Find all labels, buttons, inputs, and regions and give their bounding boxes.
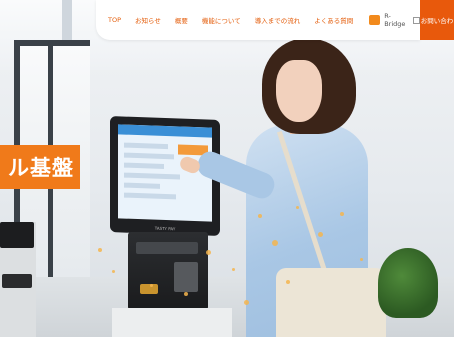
nav-item-top[interactable]: TOP: [108, 16, 121, 24]
kiosk-base: [112, 308, 232, 337]
woman-face: [276, 60, 322, 122]
contact-button[interactable]: お問い合わ: [420, 0, 454, 40]
external-link-icon: [413, 16, 420, 24]
nav-item-news[interactable]: お知らせ: [135, 15, 161, 25]
hero-title-banner: ル基盤: [0, 145, 80, 189]
tote-bag: [276, 268, 386, 337]
plant: [378, 248, 438, 318]
nav-item-introduction-flow[interactable]: 導入までの流れ: [255, 15, 301, 25]
brand-link[interactable]: R-Bridge: [369, 12, 420, 28]
kiosk-display: [118, 124, 212, 222]
side-machine-slot: [2, 274, 32, 288]
hero-title-text: ル基盤: [8, 155, 74, 180]
nav-item-overview[interactable]: 概要: [175, 15, 188, 25]
side-machine-screen: [0, 222, 34, 248]
brand-name: R-Bridge: [384, 12, 406, 28]
top-navigation: TOP お知らせ 概要 機能について 導入までの流れ よくある質問 R-Brid…: [96, 0, 420, 40]
nav-item-faq[interactable]: よくある質問: [314, 15, 353, 25]
kiosk-stand: [128, 232, 208, 310]
r-bridge-logo-icon: [369, 15, 381, 25]
nav-item-features[interactable]: 機能について: [202, 15, 241, 25]
